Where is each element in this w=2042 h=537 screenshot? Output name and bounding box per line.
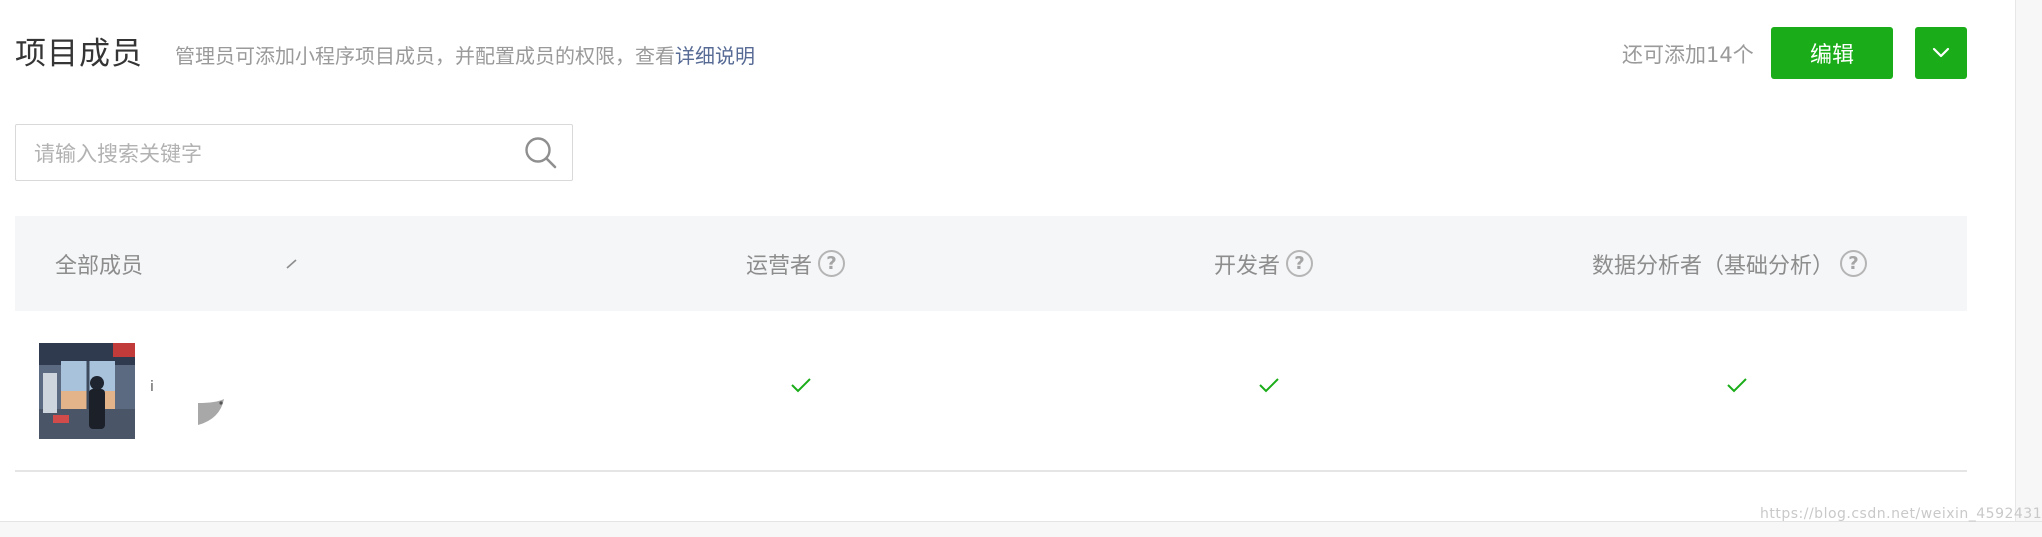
table-header: 全部成员 运营者 ? 开发者 ? 数据分析者（基础分析） ? <box>15 216 1967 311</box>
page-bottom-area <box>0 521 2042 537</box>
column-operator-label: 运营者 <box>746 253 813 279</box>
remaining-count: 还可添加14个 <box>1622 43 1754 67</box>
page-description: 管理员可添加小程序项目成员，并配置成员的权限，查看详细说明 <box>175 40 755 69</box>
sort-icon[interactable] <box>284 256 300 272</box>
search-input[interactable] <box>32 125 516 182</box>
search-box <box>15 124 573 182</box>
dropdown-button[interactable] <box>1915 27 1967 79</box>
member-name: i <box>150 379 154 395</box>
check-icon-developer <box>1259 378 1279 393</box>
avatar <box>39 343 135 439</box>
edit-button[interactable]: 编辑 <box>1771 27 1893 79</box>
column-operator: 运营者 ? <box>746 216 846 311</box>
members-page: 项目成员 管理员可添加小程序项目成员，并配置成员的权限，查看详细说明 还可添加1… <box>0 0 2015 521</box>
check-icon-operator <box>791 378 811 393</box>
help-icon[interactable]: ? <box>818 250 846 277</box>
check-icon-analyst <box>1727 378 1747 393</box>
column-analyst-label: 数据分析者（基础分析） <box>1592 253 1835 279</box>
column-analyst: 数据分析者（基础分析） ? <box>1592 216 1868 311</box>
search-icon[interactable] <box>524 136 558 170</box>
masked-name-mark <box>198 399 224 425</box>
detail-link[interactable]: 详细说明 <box>675 44 755 68</box>
table-row: i <box>15 311 1967 472</box>
description-text: 管理员可添加小程序项目成员，并配置成员的权限，查看 <box>175 44 675 68</box>
scrollbar-track[interactable] <box>2015 0 2042 536</box>
help-icon[interactable]: ? <box>1840 250 1868 277</box>
column-all-members-label: 全部成员 <box>55 253 144 279</box>
column-developer: 开发者 ? <box>1214 216 1314 311</box>
column-all-members: 全部成员 <box>55 216 143 311</box>
page-title: 项目成员 <box>15 36 143 72</box>
chevron-down-icon <box>1932 47 1950 58</box>
watermark: https://blog.csdn.net/weixin_45924314 <box>1760 506 2042 522</box>
help-icon[interactable]: ? <box>1286 250 1314 277</box>
column-developer-label: 开发者 <box>1214 253 1281 279</box>
